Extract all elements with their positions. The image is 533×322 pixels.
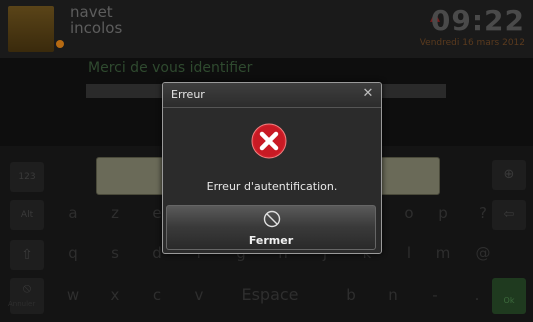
fermer-button[interactable]: Fermer: [166, 205, 376, 250]
keyboard-key[interactable]: b: [336, 280, 366, 310]
alt-key[interactable]: Alt: [10, 200, 44, 230]
keyboard-key[interactable]: @: [468, 238, 498, 268]
backspace-icon: ⇦: [503, 207, 515, 222]
close-icon[interactable]: ✕: [361, 86, 375, 102]
ok-key[interactable]: Ok: [492, 278, 526, 314]
keyboard-key[interactable]: s: [100, 238, 130, 268]
keyboard-key[interactable]: a: [58, 198, 88, 228]
keyboard-key[interactable]: c: [142, 280, 172, 310]
fermer-label: Fermer: [248, 234, 294, 247]
keyboard-key[interactable]: q: [58, 238, 88, 268]
keyboard-key[interactable]: v: [184, 280, 214, 310]
user-avatar: [8, 6, 54, 52]
keyboard-key[interactable]: m: [428, 238, 458, 268]
cancel-key[interactable]: ⦸: [10, 278, 44, 314]
user-name: navet incolos: [70, 4, 190, 36]
ok-label: Ok: [503, 296, 515, 305]
dialog-title-bar: Erreur ✕: [163, 83, 381, 108]
keyboard-key[interactable]: x: [100, 280, 130, 310]
backspace-key[interactable]: ⇦: [492, 200, 526, 230]
keyboard-key[interactable]: -: [420, 280, 450, 310]
language-key[interactable]: ⊕: [492, 160, 526, 190]
cancel-label: Annuler: [8, 300, 36, 308]
header-bar: navet incolos ▴▴ 09:22 Vendredi 16 mars …: [0, 0, 533, 58]
shift-key[interactable]: ⇧: [10, 240, 44, 270]
keyboard-key[interactable]: l: [394, 238, 424, 268]
globe-icon: ⊕: [503, 167, 515, 182]
date-label: Vendredi 16 mars 2012: [419, 38, 525, 48]
clock: 09:22: [430, 4, 525, 37]
login-prompt: Merci de vous identifier: [88, 60, 253, 76]
keyboard-key[interactable]: p: [428, 198, 458, 228]
error-dialog: Erreur ✕ Erreur d'autentification. Ferme…: [162, 82, 382, 254]
cancel-icon: ⦸: [22, 281, 32, 296]
error-icon: [251, 123, 287, 159]
keyboard-key[interactable]: n: [378, 280, 408, 310]
keyboard-key[interactable]: z: [100, 198, 130, 228]
keyboard-key[interactable]: o: [394, 198, 424, 228]
dialog-title: Erreur: [171, 88, 205, 101]
user-name-line1: navet: [70, 3, 113, 21]
space-key[interactable]: Espace: [230, 280, 310, 310]
keyboard-key[interactable]: w: [58, 280, 88, 310]
keyboard-key[interactable]: .: [462, 280, 492, 310]
error-message: Erreur d'autentification.: [206, 180, 338, 193]
status-dot-icon: [56, 40, 64, 48]
cancel-circle-icon: [263, 210, 281, 228]
numeric-mode-key[interactable]: 123: [10, 162, 44, 192]
user-name-line2: incolos: [70, 19, 123, 37]
